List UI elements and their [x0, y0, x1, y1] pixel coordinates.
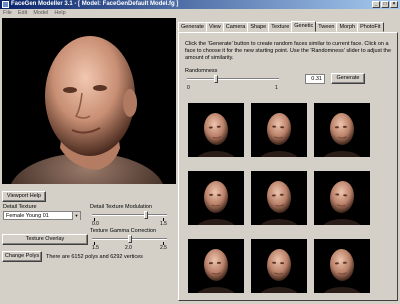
menu-file[interactable]: File [3, 9, 12, 17]
tab-shape[interactable]: Shape [247, 22, 270, 32]
gamma-min: 1.5 [92, 245, 99, 251]
face-grid [188, 103, 388, 298]
detail-texture-select[interactable]: Female Young 01 ▼ [3, 211, 81, 220]
gamma-mid: 2.0 [125, 245, 132, 251]
genetic-instructions: Click the 'Generate' button to create ra… [185, 41, 392, 61]
gamma-label: Texture Gamma Correction [90, 228, 157, 234]
face-option-9[interactable] [314, 239, 370, 293]
face-render [197, 181, 235, 225]
face-option-6[interactable] [314, 171, 370, 225]
detail-mod-label: Detail Texture Modulation [90, 204, 152, 210]
tab-tween[interactable]: Tween [315, 22, 338, 32]
tab-camera[interactable]: Camera [222, 22, 249, 32]
texture-overlay-button[interactable]: Texture Overlay [2, 234, 88, 245]
tab-view[interactable]: View [205, 22, 224, 32]
randomness-value-field[interactable]: 0.31 [305, 74, 325, 84]
3d-viewport[interactable] [2, 18, 176, 184]
face-option-8[interactable] [251, 239, 307, 293]
face-render [323, 181, 361, 225]
detail-mod-slider[interactable] [92, 214, 167, 216]
face-render [260, 249, 298, 293]
change-polys-button[interactable]: Change Polys [2, 251, 42, 262]
face-render [260, 113, 298, 157]
tab-texture[interactable]: Texture [268, 22, 293, 32]
control-panel: Generate View Camera Shape Texture Genet… [178, 18, 398, 301]
tab-strip: Generate View Camera Shape Texture Genet… [178, 21, 384, 32]
menu-edit[interactable]: Edit [18, 9, 27, 17]
window-title: FaceGen Modeller 3.1 - [ Model: FaceGenD… [11, 1, 179, 7]
randomness-label: Randomness [185, 68, 218, 74]
detail-texture-value: Female Young 01 [6, 213, 49, 219]
minimize-button[interactable]: _ [372, 1, 380, 8]
title-bar: FaceGen Modeller 3.1 - [ Model: FaceGenD… [0, 0, 400, 9]
detail-mod-min: 0.0 [92, 221, 99, 227]
face-render [323, 249, 361, 293]
face-render [260, 181, 298, 225]
randomness-slider-thumb[interactable] [214, 75, 219, 83]
face-render [197, 113, 235, 157]
close-button[interactable]: × [390, 1, 398, 8]
viewport-help-button[interactable]: Viewport Help [2, 191, 46, 202]
detail-mod-ticks [94, 218, 164, 221]
face-option-5[interactable] [251, 171, 307, 225]
face-option-1[interactable] [188, 103, 244, 157]
tab-genetic[interactable]: Genetic [291, 21, 317, 32]
texture-controls: Viewport Help Detail Texture Female Youn… [2, 187, 176, 301]
face-option-4[interactable] [188, 171, 244, 225]
genetic-tab-page: Click the 'Generate' button to create ra… [178, 32, 398, 301]
face-option-7[interactable] [188, 239, 244, 293]
face-option-3[interactable] [314, 103, 370, 157]
app-icon [2, 1, 9, 8]
maximize-button[interactable]: □ [381, 1, 389, 8]
randomness-slider[interactable] [187, 78, 279, 80]
head-render [11, 36, 163, 184]
generate-button[interactable]: Generate [331, 73, 365, 84]
face-render [197, 249, 235, 293]
menu-model[interactable]: Model [33, 9, 48, 17]
face-render [323, 113, 361, 157]
poly-info-text: There are 6152 polys and 6292 vertices [46, 254, 143, 260]
detail-texture-label: Detail Texture [3, 204, 37, 210]
menu-help[interactable]: Help [54, 9, 65, 17]
tab-generate[interactable]: Generate [178, 22, 207, 32]
detail-mod-max: 1.5 [160, 221, 167, 227]
tab-photofit[interactable]: PhotoFit [357, 22, 384, 32]
tab-morph[interactable]: Morph [336, 22, 359, 32]
menu-bar: File Edit Model Help [0, 9, 400, 17]
face-option-2[interactable] [251, 103, 307, 157]
chevron-down-icon[interactable]: ▼ [72, 212, 80, 220]
gamma-max: 2.5 [160, 245, 167, 251]
randomness-min: 0 [187, 85, 190, 91]
randomness-max: 1 [275, 85, 278, 91]
